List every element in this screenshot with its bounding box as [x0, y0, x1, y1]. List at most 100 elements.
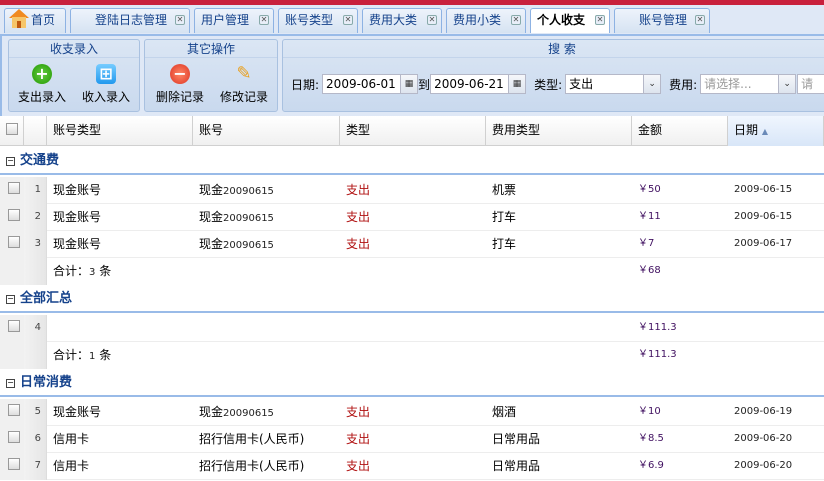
close-icon[interactable]: ✕ [343, 15, 353, 25]
row-checkbox[interactable] [8, 209, 20, 221]
table-row[interactable]: 3 现金账号 现金20090615 支出 打车 ￥7 2009-06-17 [0, 231, 824, 258]
row-checkbox[interactable] [8, 431, 20, 443]
close-icon[interactable]: ✕ [427, 15, 437, 25]
cell-fee: 打车 [492, 237, 517, 251]
cell-type: 支出 [346, 432, 371, 446]
summary-count: 合计：3 条 [47, 258, 111, 285]
tab-fee-category[interactable]: 费用大类 ✕ [362, 8, 442, 33]
column-header-date[interactable]: 日期 ▲ [728, 116, 824, 146]
date-to-value: 2009-06-21 [434, 77, 504, 91]
tab-account-management[interactable]: 账号管理 ✕ [614, 8, 710, 33]
cell-acct-type [47, 315, 53, 342]
summary-label: 合计： [53, 264, 90, 278]
date-from-field[interactable]: 2009-06-01 ▦ [322, 74, 419, 94]
delete-record-button[interactable]: − 删除记录 [151, 62, 209, 105]
chevron-down-icon[interactable]: ⌄ [643, 75, 661, 93]
row-select-cell[interactable] [0, 231, 24, 258]
row-select-cell[interactable] [0, 399, 24, 426]
row-checkbox[interactable] [8, 236, 20, 248]
tab-user-management[interactable]: 用户管理 ✕ [194, 8, 274, 33]
type-select[interactable]: 支出 ⌄ [565, 74, 662, 94]
income-entry-button[interactable]: ⊞ 收入录入 [77, 62, 135, 105]
row-select-cell[interactable] [0, 315, 24, 342]
summary-unit: 条 [99, 348, 112, 362]
button-label: 收入录入 [81, 90, 130, 104]
date-label: 日期: [291, 77, 320, 92]
collapse-icon[interactable]: − [6, 379, 15, 388]
row-checkbox[interactable] [8, 458, 20, 470]
summary-rownum [24, 258, 47, 285]
cell-date: 2009-06-20 [734, 433, 793, 444]
row-checkbox[interactable] [8, 320, 20, 332]
group-title: 收支录入 [9, 40, 139, 58]
row-select-cell[interactable] [0, 177, 24, 204]
cell-amount: ￥6.9 [638, 460, 664, 471]
header-label: 日期 [734, 123, 759, 137]
close-icon[interactable]: ✕ [259, 15, 269, 25]
collapse-icon[interactable]: − [6, 157, 15, 166]
cell-account: 现金20090615 [193, 204, 274, 231]
column-header-account[interactable]: 账号 [193, 116, 340, 146]
account-number: 20090615 [223, 213, 274, 224]
table-row[interactable]: 5 现金账号 现金20090615 支出 烟酒 ￥10 2009-06-19 [0, 399, 824, 426]
cell-type: 支出 [346, 237, 371, 251]
close-icon[interactable]: ✕ [175, 15, 185, 25]
row-select-cell[interactable] [0, 453, 24, 480]
select-all-cell[interactable] [0, 116, 24, 146]
header-label: 金额 [638, 123, 663, 137]
table-row[interactable]: 1 现金账号 现金20090615 支出 机票 ￥50 2009-06-15 [0, 177, 824, 204]
calendar-icon[interactable]: ▦ [400, 75, 418, 93]
group-row[interactable]: − 交通费 [0, 148, 824, 175]
chevron-down-icon[interactable]: ⌄ [778, 75, 796, 93]
row-checkbox[interactable] [8, 404, 20, 416]
account-name: 现金 [199, 210, 224, 224]
date-to-field[interactable]: 2009-06-21 ▦ [430, 74, 527, 94]
column-header-amount[interactable]: 金额 [632, 116, 728, 146]
tab-label: 首页 [31, 13, 56, 27]
cell-account: 招行信用卡(人民币) [193, 453, 304, 480]
edit-record-button[interactable]: ✎ 修改记录 [215, 62, 273, 105]
cell-account: 现金20090615 [193, 177, 274, 204]
to-label: 到 [418, 77, 431, 92]
calendar-icon[interactable]: ▦ [508, 75, 526, 93]
column-header-fee-type[interactable]: 费用类型 [486, 116, 632, 146]
column-header-account-type[interactable]: 账号类型 [47, 116, 193, 146]
close-icon[interactable]: ✕ [695, 15, 705, 25]
cell-type [340, 315, 346, 342]
tab-account-type[interactable]: 账号类型 ✕ [278, 8, 358, 33]
toolbar: 收支录入 + 支出录入 ⊞ 收入录入 其它操作 − 删除记录 ✎ 修改记录 搜 索 日期… [0, 36, 824, 116]
cell-fee: 日常用品 [492, 432, 541, 446]
entry-group: 收支录入 + 支出录入 ⊞ 收入录入 [8, 39, 140, 112]
row-select-cell[interactable] [0, 426, 24, 453]
table-row[interactable]: 2 现金账号 现金20090615 支出 打车 ￥11 2009-06-15 [0, 204, 824, 231]
column-header-type[interactable]: 类型 [340, 116, 486, 146]
cell-date: 2009-06-20 [734, 460, 793, 471]
table-row[interactable]: 6 信用卡 招行信用卡(人民币) 支出 日常用品 ￥8.5 2009-06-20 [0, 426, 824, 453]
select-all-checkbox[interactable] [6, 123, 18, 135]
fee-select[interactable]: 请选择... ⌄ [700, 74, 797, 94]
tab-fee-subcategory[interactable]: 费用小类 ✕ [446, 8, 526, 33]
expense-entry-button[interactable]: + 支出录入 [13, 62, 71, 105]
group-row[interactable]: − 全部汇总 [0, 286, 824, 313]
tab-personal-finance[interactable]: 个人收支 ✕ [530, 8, 610, 33]
home-icon [9, 9, 29, 28]
summary-blank [0, 258, 24, 285]
table-row[interactable]: 4 ￥111.3 [0, 315, 824, 342]
row-checkbox[interactable] [8, 182, 20, 194]
close-icon[interactable]: ✕ [511, 15, 521, 25]
summary-amount: ￥68 [638, 265, 661, 276]
close-icon[interactable]: ✕ [595, 15, 605, 25]
table-row[interactable]: 7 信用卡 招行信用卡(人民币) 支出 日常用品 ￥6.9 2009-06-20 [0, 453, 824, 480]
extra-select[interactable]: 请 [797, 74, 824, 94]
tab-login-log[interactable]: 登陆日志管理 ✕ [70, 8, 190, 33]
group-row[interactable]: − 日常消费 [0, 370, 824, 397]
row-select-cell[interactable] [0, 204, 24, 231]
cell-fee: 烟酒 [492, 405, 517, 419]
tab-label: 费用小类 [453, 13, 502, 27]
row-number: 4 [24, 315, 47, 342]
header-label: 类型 [346, 123, 371, 137]
cell-type: 支出 [346, 183, 371, 197]
row-number: 3 [24, 231, 47, 258]
collapse-icon[interactable]: − [6, 295, 15, 304]
cell-account: 现金20090615 [193, 231, 274, 258]
